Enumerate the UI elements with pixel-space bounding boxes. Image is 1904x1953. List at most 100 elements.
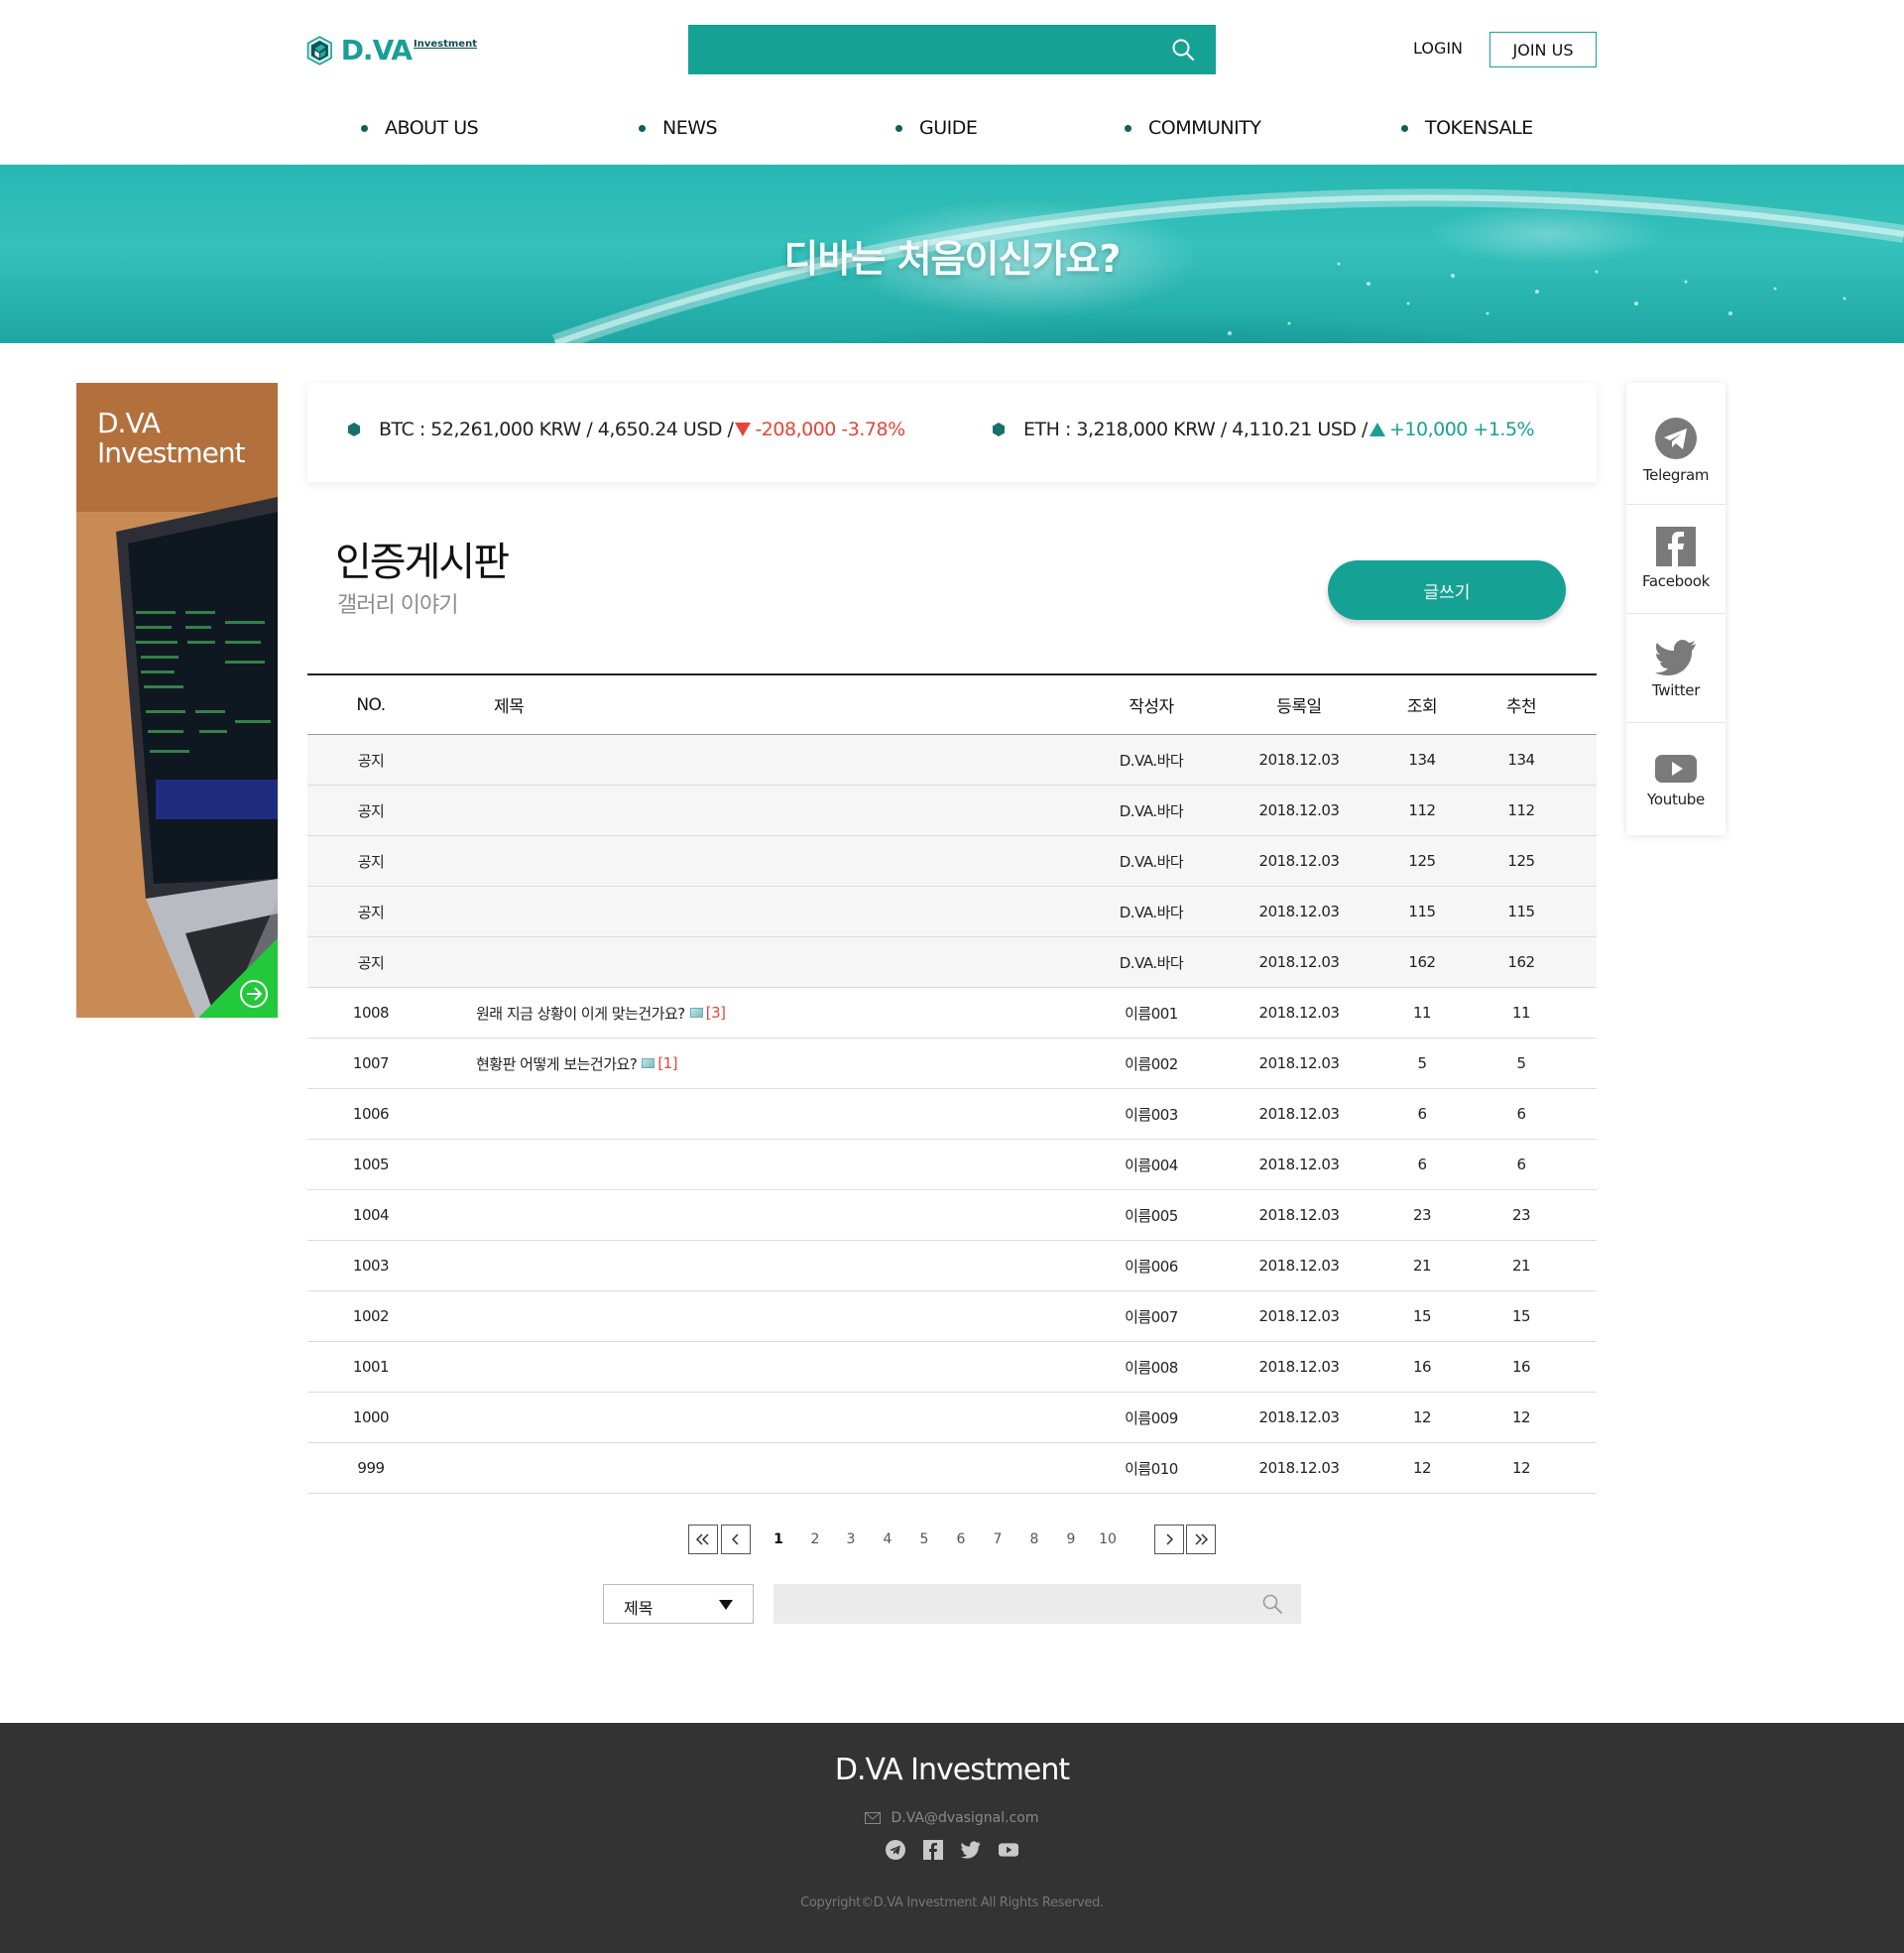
first-page-button[interactable] — [688, 1525, 718, 1554]
hexagon-bullet-icon — [993, 423, 1005, 436]
search-icon[interactable] — [1170, 37, 1196, 62]
cell-recommend: 16 — [1511, 1358, 1531, 1376]
cell-title — [476, 1443, 1170, 1493]
board-search-input[interactable] — [774, 1584, 1240, 1624]
cell-date: 2018.12.03 — [1258, 1054, 1340, 1072]
table-row[interactable]: 1005 이름004 2018.12.03 6 6 — [307, 1140, 1597, 1190]
side-ad-banner[interactable]: D.VA Investment — [76, 383, 278, 1018]
cell-author: D.VA.바다 — [1119, 801, 1184, 820]
cell-author: 이름006 — [1125, 1257, 1178, 1276]
banner-title: 디바는 처음이신가요? — [783, 237, 1122, 281]
site-footer: D.VA Investment D.VA@dvasignal.com Copyr… — [0, 1723, 1904, 1953]
cell-recommend: 6 — [1516, 1156, 1526, 1173]
sns-label: Twitter — [1651, 681, 1701, 699]
table-row[interactable]: 1002 이름007 2018.12.03 15 15 — [307, 1291, 1597, 1342]
comment-count[interactable]: [1] — [657, 1054, 677, 1072]
nav-item-guide[interactable]: GUIDE — [895, 117, 978, 139]
table-row[interactable]: 공지 D.VA.바다 2018.12.03 162 162 — [307, 937, 1597, 988]
facebook-icon[interactable] — [922, 1839, 944, 1861]
sns-item-youtube[interactable]: Youtube — [1626, 723, 1726, 835]
post-title-link[interactable]: 현황판 어떻게 보는건가요? — [476, 1053, 638, 1074]
sns-item-twitter[interactable]: Twitter — [1626, 614, 1726, 723]
next-page-button[interactable] — [1154, 1525, 1184, 1554]
sns-item-telegram[interactable]: Telegram — [1626, 383, 1726, 505]
comment-count[interactable]: [3] — [706, 1004, 726, 1022]
table-row[interactable]: 공지 D.VA.바다 2018.12.03 125 125 — [307, 836, 1597, 887]
sns-label: Facebook — [1641, 572, 1711, 590]
nav-item-community[interactable]: COMMUNITY — [1125, 117, 1261, 139]
nav-label: COMMUNITY — [1148, 117, 1261, 139]
page-number-1[interactable]: 1 — [764, 1525, 793, 1554]
table-row[interactable]: 1004 이름005 2018.12.03 23 23 — [307, 1190, 1597, 1241]
cell-date: 2018.12.03 — [1258, 1358, 1340, 1376]
footer-brand: D.VA Investment — [834, 1753, 1070, 1787]
page-number-4[interactable]: 4 — [873, 1525, 902, 1554]
chevron-right-icon — [1166, 1533, 1174, 1545]
last-page-button[interactable] — [1186, 1525, 1216, 1554]
sns-item-facebook[interactable]: Facebook — [1626, 505, 1726, 614]
image-attachment-icon — [642, 1058, 655, 1068]
cell-views: 125 — [1408, 852, 1436, 870]
twitter-icon[interactable] — [960, 1839, 982, 1861]
board-search — [774, 1584, 1301, 1624]
sns-label: Youtube — [1647, 791, 1705, 808]
write-post-button[interactable]: 글쓰기 — [1328, 560, 1566, 620]
table-row[interactable]: 1000 이름009 2018.12.03 12 12 — [307, 1393, 1597, 1443]
cell-date: 2018.12.03 — [1258, 1257, 1340, 1275]
double-chevron-left-icon — [695, 1533, 709, 1545]
ad-title-line2: Investment — [97, 436, 246, 469]
table-row[interactable]: 1006 이름003 2018.12.03 6 6 — [307, 1089, 1597, 1140]
board-table: NO. 제목 작성자 등록일 조회 추천 공지 D.VA.바다 2018.12.03… — [307, 673, 1597, 1494]
cell-author: 이름008 — [1125, 1358, 1178, 1377]
cell-date: 2018.12.03 — [1258, 1206, 1340, 1224]
cell-author: D.VA.바다 — [1119, 903, 1184, 921]
cell-recommend: 23 — [1511, 1206, 1531, 1224]
cell-views: 12 — [1412, 1408, 1432, 1426]
page-number-10[interactable]: 10 — [1093, 1525, 1123, 1554]
table-row[interactable]: 공지 D.VA.바다 2018.12.03 112 112 — [307, 786, 1597, 836]
page-number-3[interactable]: 3 — [836, 1525, 866, 1554]
login-link[interactable]: LOGIN — [1413, 39, 1463, 58]
page-number-6[interactable]: 6 — [946, 1525, 976, 1554]
telegram-icon[interactable] — [885, 1839, 906, 1861]
footer-email[interactable]: D.VA@dvasignal.com — [0, 1810, 1904, 1826]
table-row[interactable]: 1001 이름008 2018.12.03 16 16 — [307, 1342, 1597, 1393]
prev-page-button[interactable] — [721, 1525, 751, 1554]
table-row[interactable]: 1008 원래 지금 상황이 이게 맞는건가요? [3] 이름001 2018.12.0… — [307, 988, 1597, 1038]
site-logo[interactable]: D.VA Investment — [306, 22, 477, 79]
table-row[interactable]: 1003 이름006 2018.12.03 21 21 — [307, 1241, 1597, 1291]
post-title-link[interactable]: 원래 지금 상황이 이게 맞는건가요? — [476, 1003, 685, 1024]
page-number-2[interactable]: 2 — [800, 1525, 830, 1554]
search-icon[interactable] — [1261, 1593, 1283, 1615]
table-row[interactable]: 1007 현황판 어떻게 보는건가요? [1] 이름002 2018.12.03 5 5 — [307, 1038, 1597, 1089]
join-us-button[interactable]: JOIN US — [1489, 32, 1597, 67]
cell-date: 2018.12.03 — [1258, 1105, 1340, 1123]
nav-item-tokensale[interactable]: TOKENSALE — [1401, 117, 1533, 139]
cell-date: 2018.12.03 — [1258, 953, 1340, 971]
cell-date: 2018.12.03 — [1258, 1004, 1340, 1022]
page-number-5[interactable]: 5 — [909, 1525, 939, 1554]
cell-recommend: 5 — [1516, 1054, 1526, 1072]
cell-recommend: 12 — [1511, 1459, 1531, 1477]
cell-views: 112 — [1408, 801, 1436, 819]
site-search-input[interactable] — [688, 25, 1154, 74]
table-row[interactable]: 공지 D.VA.바다 2018.12.03 115 115 — [307, 887, 1597, 937]
youtube-icon[interactable] — [998, 1839, 1019, 1861]
page-number-8[interactable]: 8 — [1019, 1525, 1049, 1554]
search-field-select[interactable]: 제목 — [603, 1584, 754, 1624]
ad-title: D.VA Investment — [97, 409, 246, 469]
cell-recommend: 134 — [1507, 751, 1535, 769]
eth-price: ETH : 3,218,000 KRW / 4,110.21 USD / — [1023, 419, 1368, 440]
cell-author: 이름005 — [1125, 1206, 1178, 1225]
page-number-9[interactable]: 9 — [1056, 1525, 1086, 1554]
btc-price: BTC : 52,261,000 KRW / 4,650.24 USD / — [379, 419, 734, 440]
caret-down-icon — [719, 1600, 733, 1610]
nav-label: TOKENSALE — [1425, 117, 1533, 139]
page-number-7[interactable]: 7 — [983, 1525, 1012, 1554]
nav-item-about-us[interactable]: ABOUT US — [361, 117, 479, 139]
table-row[interactable]: 999 이름010 2018.12.03 12 12 — [307, 1443, 1597, 1494]
cell-recommend: 162 — [1507, 953, 1535, 971]
table-row[interactable]: 공지 D.VA.바다 2018.12.03 134 134 — [307, 735, 1597, 786]
cell-recommend: 11 — [1511, 1004, 1531, 1022]
nav-item-news[interactable]: NEWS — [639, 117, 718, 139]
